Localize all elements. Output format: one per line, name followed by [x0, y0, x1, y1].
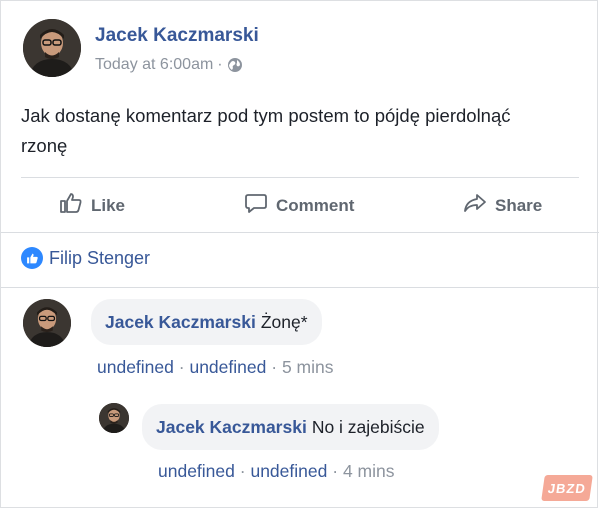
- post-action-bar: Like Comment Share: [1, 177, 599, 231]
- reply-avatar[interactable]: [99, 403, 129, 433]
- reply-text: No i zajebiście: [311, 416, 425, 437]
- share-button[interactable]: Share: [463, 191, 542, 220]
- share-label: Share: [495, 195, 543, 215]
- comment-action-separator: ·: [178, 357, 185, 377]
- share-arrow-icon: [463, 191, 487, 220]
- divider: [1, 287, 599, 288]
- commenter-avatar[interactable]: [23, 299, 71, 347]
- jbzd-watermark: JBZD: [541, 475, 593, 501]
- reactions-summary[interactable]: Filip Stenger: [21, 247, 150, 269]
- reaction-names[interactable]: Filip Stenger: [49, 248, 150, 269]
- comment-actions: undefined · undefined · 5 mins: [97, 357, 333, 378]
- divider: [1, 232, 599, 233]
- comment-time[interactable]: 5 mins: [282, 357, 334, 377]
- comment-button[interactable]: Comment: [244, 191, 354, 220]
- comment-action-link[interactable]: undefined: [189, 357, 266, 377]
- author-avatar[interactable]: [23, 19, 81, 77]
- like-button[interactable]: Like: [59, 191, 125, 220]
- post-meta: Today at 6:00am ·: [95, 56, 243, 74]
- meta-separator: ·: [217, 56, 223, 73]
- comment-icon: [244, 191, 268, 220]
- reply-author-name[interactable]: Jacek Kaczmarski: [156, 417, 307, 438]
- post-author-name[interactable]: Jacek Kaczmarski: [95, 25, 259, 47]
- reply-action-separator: ·: [332, 461, 339, 481]
- like-label: Like: [91, 195, 126, 215]
- globe-icon[interactable]: [227, 57, 243, 73]
- thumbs-up-icon: [59, 191, 83, 220]
- comment-author-name[interactable]: Jacek Kaczmarski: [105, 312, 256, 333]
- like-reaction-icon: [21, 247, 43, 269]
- comment-bubble: Jacek Kaczmarski Żonę*: [91, 299, 322, 345]
- reply-actions: undefined · undefined · 4 mins: [158, 461, 394, 482]
- post-timestamp[interactable]: Today at 6:00am: [95, 56, 213, 74]
- reply-action-separator: ·: [239, 461, 246, 481]
- post-text: Jak dostanę komentarz pod tym postem to …: [21, 105, 511, 156]
- reply-action-link[interactable]: undefined: [158, 461, 235, 481]
- comment-label: Comment: [276, 195, 355, 215]
- comment-text: Żonę*: [260, 311, 308, 332]
- post-card: Jacek Kaczmarski Today at 6:00am · Jak d…: [0, 0, 599, 508]
- reply-bubble: Jacek Kaczmarski No i zajebiście: [142, 404, 439, 450]
- reply-time[interactable]: 4 mins: [343, 461, 395, 481]
- comment-action-separator: ·: [271, 357, 278, 377]
- comment-action-link[interactable]: undefined: [97, 357, 174, 377]
- reply-action-link[interactable]: undefined: [250, 461, 327, 481]
